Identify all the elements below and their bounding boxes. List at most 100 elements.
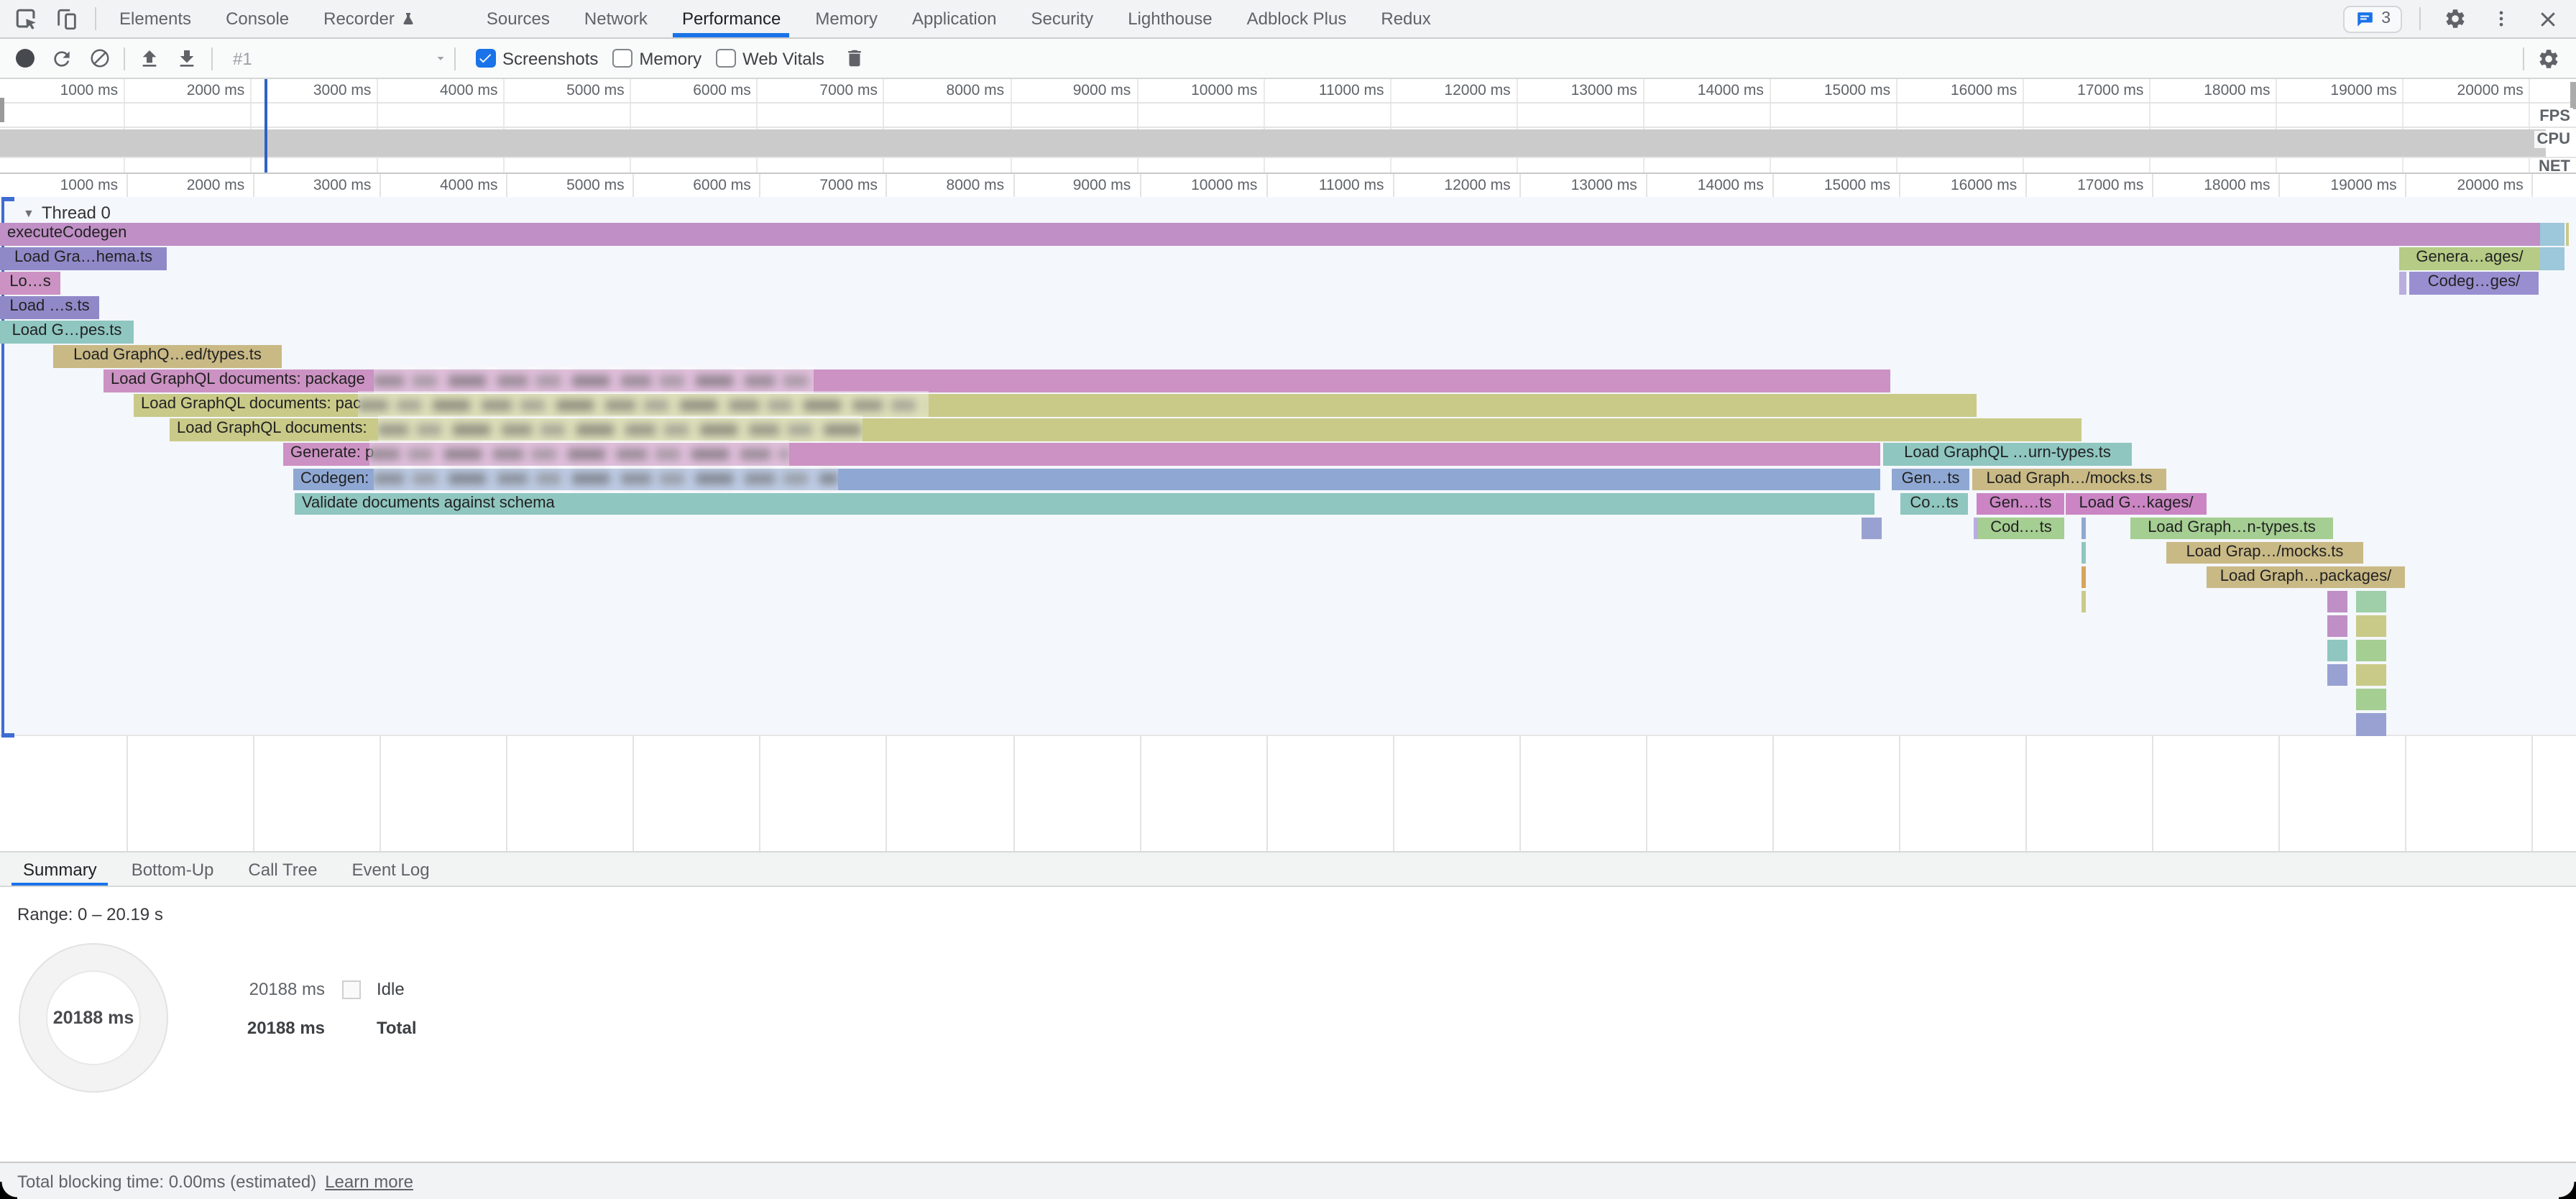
flame-bar-fragment[interactable]: [2082, 591, 2085, 613]
close-devtools-icon[interactable]: [2530, 3, 2564, 35]
flame-bar[interactable]: Cod.…ts: [1978, 517, 2064, 539]
fps-row-divider: [0, 127, 2576, 128]
fps-label: FPS: [2536, 108, 2573, 125]
flame-bar-fragment[interactable]: [2540, 247, 2564, 270]
legend-row-total: 20188 msTotal: [216, 1018, 417, 1038]
capture-settings-gear-icon[interactable]: [2530, 42, 2567, 74]
flame-bar-fragment[interactable]: [2082, 541, 2085, 564]
issues-button[interactable]: 3: [2342, 5, 2402, 32]
divider: [2523, 47, 2524, 70]
ruler-time-tick: 13000 ms: [1514, 177, 1637, 194]
tab-elements[interactable]: Elements: [102, 0, 208, 37]
ruler-time-tick: 17000 ms: [2020, 177, 2143, 194]
flame-bar[interactable]: Gen.…ts: [1977, 492, 2064, 515]
flame-bar[interactable]: Load G…kages/: [2066, 492, 2207, 515]
checkbox-web-vitals[interactable]: Web Vitals: [716, 48, 824, 68]
flame-bar-fragment[interactable]: [2540, 223, 2564, 245]
idle-color-swatch: [342, 980, 361, 998]
detail-tab-bottom-up[interactable]: Bottom-Up: [114, 853, 231, 886]
flame-bar[interactable]: Load GraphQL …urn-types.ts: [1883, 444, 2132, 466]
ruler-time-tick: 4000 ms: [374, 177, 498, 194]
tab-security[interactable]: Security: [1013, 0, 1110, 37]
tab-lighthouse[interactable]: Lighthouse: [1110, 0, 1229, 37]
flame-bar[interactable]: Lo…s: [0, 272, 60, 294]
ruler-time-tick: 15000 ms: [1767, 177, 1890, 194]
tab-adblock-plus[interactable]: Adblock Plus: [1230, 0, 1364, 37]
flame-bar-fragment[interactable]: [2356, 664, 2386, 686]
flame-bar[interactable]: Load GraphQ…ed/types.ts: [53, 346, 282, 368]
settings-gear-icon[interactable]: [2438, 3, 2472, 35]
flame-bar[interactable]: executeCodegen: [0, 223, 2540, 245]
flame-bar-fragment[interactable]: [2356, 689, 2386, 711]
detail-tab-call-tree[interactable]: Call Tree: [231, 853, 334, 886]
flame-bar-label: executeCodegen: [7, 224, 126, 242]
learn-more-link[interactable]: Learn more: [325, 1171, 413, 1191]
flame-bar-fragment[interactable]: [2356, 713, 2386, 735]
flame-bar[interactable]: Gen…ts: [1892, 468, 1969, 490]
flame-bar-fragment[interactable]: [2565, 223, 2568, 245]
clear-recording-button[interactable]: [80, 42, 118, 74]
history-select[interactable]: #1: [218, 48, 448, 68]
flame-bar-label: Generate: p: [290, 445, 374, 462]
flame-bar-fragment[interactable]: [2082, 566, 2085, 588]
save-profile-icon[interactable]: [168, 42, 206, 74]
flame-bar[interactable]: Load Graph…/mocks.ts: [1972, 468, 2166, 490]
device-toolbar-icon[interactable]: [49, 3, 83, 35]
flame-chart[interactable]: ▼ Thread 0 1000 ms2000 ms3000 ms4000 ms5…: [0, 174, 2576, 851]
flame-bar-fragment[interactable]: [2356, 615, 2386, 638]
thread-header[interactable]: ▼ Thread 0: [23, 203, 111, 223]
flame-bar-fragment[interactable]: [2327, 664, 2347, 686]
redacted-blur-region: [369, 441, 789, 468]
detail-tab-summary[interactable]: Summary: [6, 853, 114, 886]
overview-left-handle[interactable]: [0, 98, 4, 122]
flame-bar[interactable]: Load …s.ts: [0, 296, 99, 318]
flame-bar-fragment[interactable]: [2399, 272, 2406, 294]
flame-bar[interactable]: Load GraphQL documents: package: [104, 370, 1890, 392]
detail-tab-event-log[interactable]: Event Log: [334, 853, 446, 886]
tab-label: Redux: [1381, 9, 1430, 29]
reload-and-record-button[interactable]: [43, 42, 80, 74]
tab-memory[interactable]: Memory: [798, 0, 895, 37]
donut-total: 20188 ms: [53, 1008, 134, 1028]
flame-bar[interactable]: Genera…ages/: [2399, 247, 2540, 270]
flame-bar[interactable]: Co…ts: [1900, 492, 1968, 515]
flame-bar[interactable]: Load Graph…packages/: [2207, 566, 2405, 588]
flame-bar[interactable]: Load G…pes.ts: [0, 321, 134, 343]
flame-bar-fragment[interactable]: [2356, 591, 2386, 613]
flame-bar[interactable]: Load Graph…n-types.ts: [2130, 517, 2333, 539]
flame-bar-fragment[interactable]: [2082, 517, 2085, 539]
flame-bar-fragment[interactable]: [2327, 591, 2347, 613]
checkbox-screenshots[interactable]: Screenshots: [476, 48, 598, 68]
flame-bar-fragment[interactable]: [1862, 517, 1882, 539]
checkbox-label: Memory: [639, 48, 702, 68]
tab-performance[interactable]: Performance: [665, 0, 798, 37]
tab-sources[interactable]: Sources: [469, 0, 567, 37]
tab-redux[interactable]: Redux: [1363, 0, 1448, 37]
flame-bar-fragment[interactable]: [2327, 640, 2347, 662]
flame-bar[interactable]: Load Grap…/mocks.ts: [2166, 541, 2363, 564]
ruler-time-tick: 6000 ms: [627, 177, 751, 194]
load-profile-icon[interactable]: [131, 42, 168, 74]
flame-bar[interactable]: Validate documents against schema: [295, 492, 1874, 515]
record-button[interactable]: [6, 42, 43, 74]
flame-bar-fragment[interactable]: [2356, 640, 2386, 662]
flame-bar[interactable]: Codeg…ges/: [2409, 272, 2539, 294]
checkbox-memory[interactable]: Memory: [612, 48, 702, 68]
flame-bar-fragment[interactable]: [1974, 517, 1977, 539]
more-options-icon[interactable]: [2484, 3, 2518, 35]
checkbox-unchecked-icon: [612, 49, 632, 68]
inspect-element-icon[interactable]: [9, 3, 43, 35]
disclosure-triangle-icon: ▼: [23, 206, 34, 219]
legend-value: 20188 ms: [216, 979, 325, 999]
tab-recorder[interactable]: Recorder: [306, 0, 435, 37]
ruler-time-tick: 16000 ms: [1893, 177, 2017, 194]
flame-bar[interactable]: Load Gra…hema.ts: [0, 247, 167, 270]
tab-network[interactable]: Network: [567, 0, 665, 37]
trash-icon[interactable]: [836, 42, 873, 74]
tab-application[interactable]: Application: [895, 0, 1013, 37]
tab-console[interactable]: Console: [208, 0, 306, 37]
flame-bar-fragment[interactable]: [2327, 615, 2347, 638]
overview-time-tick: 18000 ms: [2144, 82, 2271, 99]
overview-right-handle[interactable]: [2570, 82, 2576, 109]
timeline-overview[interactable]: FPS CPU NET 1000 ms2000 ms3000 ms4000 ms…: [0, 79, 2576, 174]
